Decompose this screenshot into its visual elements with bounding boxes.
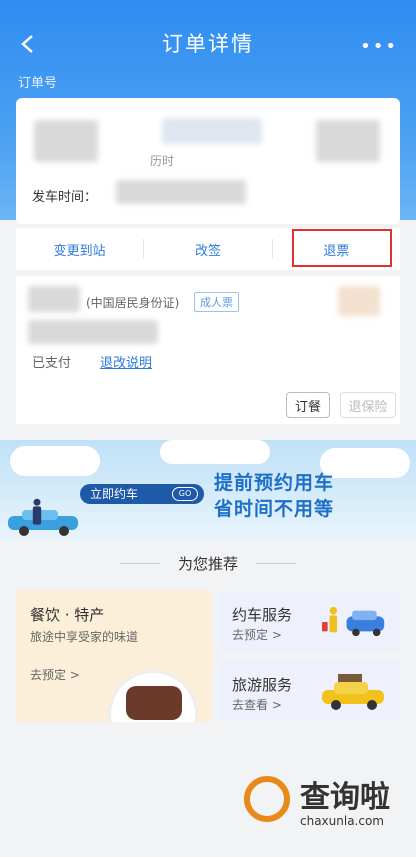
id-type: (中国居民身份证): [86, 296, 180, 310]
search-magnifier-icon: [244, 776, 290, 822]
arrival-station-redacted: [316, 120, 380, 162]
watermark-url: chaxunla.com: [300, 814, 384, 828]
travel-service-tile[interactable]: 旅游服务 去查看 >: [218, 660, 400, 722]
refund-rules-link[interactable]: 退改说明: [100, 352, 152, 371]
travel-car-icon: [322, 674, 384, 710]
travel-service-link[interactable]: 去查看 >: [232, 696, 282, 713]
car-service-title: 约车服务: [232, 606, 293, 624]
cloud-decoration: [160, 440, 270, 464]
train-number-redacted: [162, 118, 262, 144]
watermark-text: 查询啦: [300, 780, 390, 815]
refund-highlight-box: [292, 229, 392, 267]
departure-time-label: 发车时间：: [32, 190, 98, 205]
food-subtitle: 旅途中享受家的味道: [30, 630, 139, 644]
page-title: 订单详情: [162, 32, 254, 56]
taxi-icon: [8, 510, 78, 536]
passenger-card: (中国居民身份证) 成人票 已支付 退改说明 订餐 退保险: [16, 276, 400, 424]
car-icon: [322, 606, 385, 637]
ticket-type-badge: 成人票: [194, 292, 239, 312]
more-icon[interactable]: •••: [360, 36, 398, 57]
recommend-title: 为您推荐: [177, 555, 238, 573]
book-car-button[interactable]: 立即约车 GO: [80, 484, 204, 504]
banner-slogan-2: 省时间不用等: [214, 498, 335, 520]
steak-image: [126, 686, 182, 720]
order-meal-button[interactable]: 订餐: [286, 392, 330, 418]
car-booking-banner[interactable]: 立即约车 GO 提前预约用车 省时间不用等: [0, 440, 416, 540]
seat-redacted: [338, 286, 380, 316]
change-station-button[interactable]: 变更到站: [16, 240, 143, 259]
food-service-tile[interactable]: 餐饮 · 特产 旅途中享受家的味道 去预定 >: [16, 590, 212, 722]
divider: [256, 563, 296, 564]
payment-status: 已支付: [32, 356, 72, 371]
go-badge: GO: [172, 487, 198, 501]
seat-info-redacted: [28, 320, 158, 344]
watermark-logo: 查询啦 chaxunla.com: [244, 770, 414, 834]
travel-service-title: 旅游服务: [232, 676, 293, 694]
person-icon: [32, 498, 42, 525]
departure-time-redacted: [116, 180, 246, 204]
car-service-tile[interactable]: 约车服务 去预定 >: [218, 590, 400, 652]
order-number-label: 订单号: [18, 76, 58, 91]
passenger-name-redacted: [28, 286, 80, 312]
car-service-link[interactable]: 去预定 >: [232, 626, 282, 643]
ticket-card: 发车时间：: [16, 98, 400, 224]
ticket-info: 发车时间：: [16, 98, 400, 224]
book-car-label: 立即约车: [90, 487, 139, 501]
food-title: 餐饮 · 特产: [30, 606, 105, 624]
rebook-button[interactable]: 改签: [144, 240, 271, 259]
cancel-insurance-button[interactable]: 退保险: [340, 392, 396, 418]
cloud-decoration: [10, 446, 100, 476]
duration-label: 历时: [150, 154, 175, 168]
departure-station-redacted: [34, 120, 98, 162]
food-link[interactable]: 去预定 >: [30, 666, 80, 683]
banner-slogan-1: 提前预约用车: [214, 472, 335, 494]
